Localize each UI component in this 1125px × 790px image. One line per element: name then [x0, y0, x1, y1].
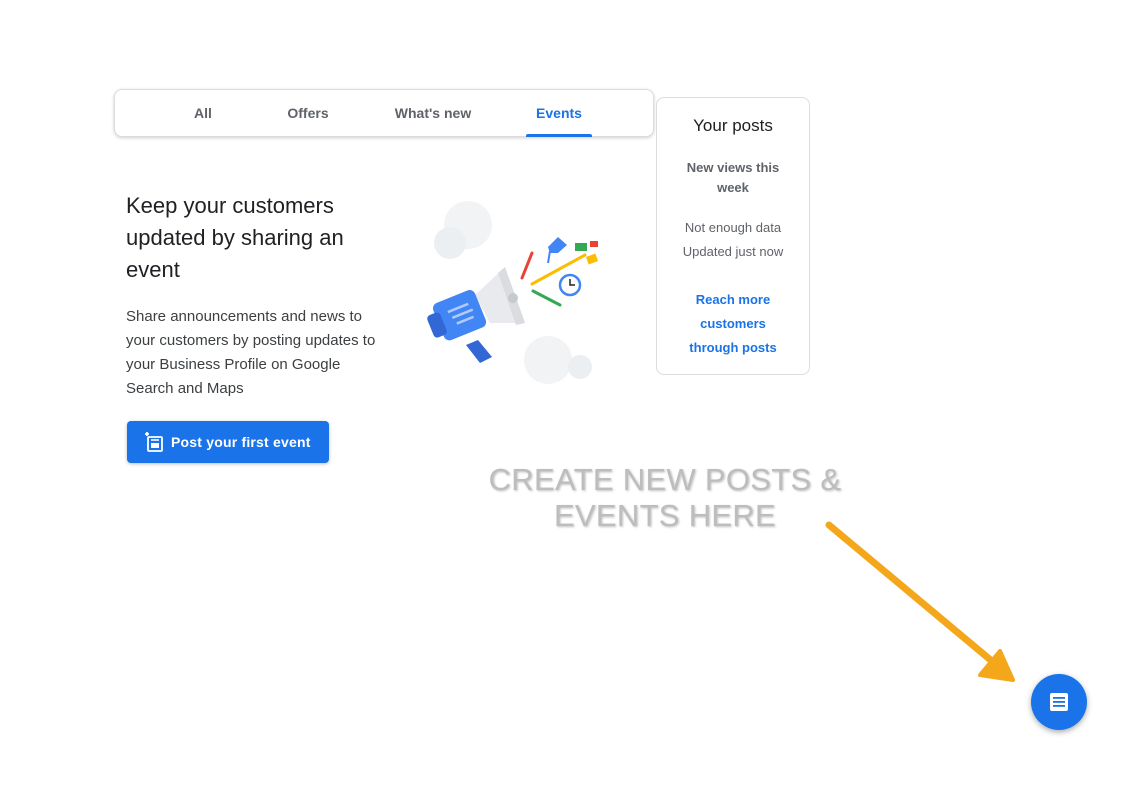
annotation-arrow [825, 521, 1015, 682]
post-type-tabs: All Offers What's new Events [114, 89, 654, 137]
tab-whats-new[interactable]: What's new [383, 90, 483, 136]
new-views-label: New views this week [686, 160, 780, 195]
post-first-event-label: Post your first event [171, 434, 311, 450]
tab-events[interactable]: Events [526, 90, 592, 136]
add-post-icon [145, 432, 163, 452]
create-post-fab[interactable] [1031, 674, 1087, 730]
not-enough-data-text: Not enough data [684, 220, 782, 235]
empty-state-description: Share announcements and news to your cus… [126, 308, 376, 397]
tab-all[interactable]: All [173, 90, 233, 136]
megaphone-illustration [427, 201, 599, 384]
reach-more-customers-link[interactable]: Reach more customers through posts [677, 288, 789, 360]
annotation-line-2: EVENTS HERE [553, 498, 777, 533]
tab-offers[interactable]: Offers [273, 90, 343, 136]
updated-status-text: Updated just now [682, 244, 784, 259]
your-posts-card: Your posts New views this week Not enoug… [656, 97, 810, 375]
active-tab-indicator [526, 134, 592, 137]
post-first-event-button[interactable]: Post your first event [127, 421, 329, 463]
annotation-line-1: CREATE NEW POSTS & [488, 462, 842, 497]
annotation-text: CREATE NEW POSTS & EVENTS HERE [470, 462, 860, 534]
create-post-icon [1050, 693, 1068, 711]
empty-state-headline: Keep your customers updated by sharing a… [126, 193, 344, 282]
your-posts-title: Your posts [693, 116, 773, 135]
